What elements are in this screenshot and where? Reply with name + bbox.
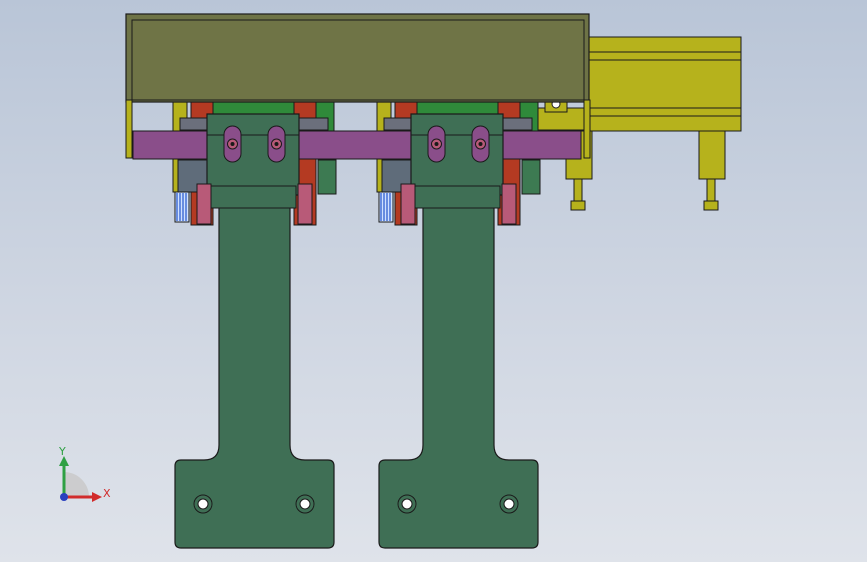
cad-viewport[interactable]: Y X [0, 0, 867, 562]
assembly-drawing: Y X [58, 13, 742, 549]
axis-x-label: X [103, 487, 111, 500]
rod-right [698, 130, 726, 180]
axis-triad-icon: Y X [58, 445, 111, 502]
slot-bar [132, 130, 582, 160]
axis-y-label: Y [58, 445, 66, 458]
cylinder-body [587, 36, 742, 132]
